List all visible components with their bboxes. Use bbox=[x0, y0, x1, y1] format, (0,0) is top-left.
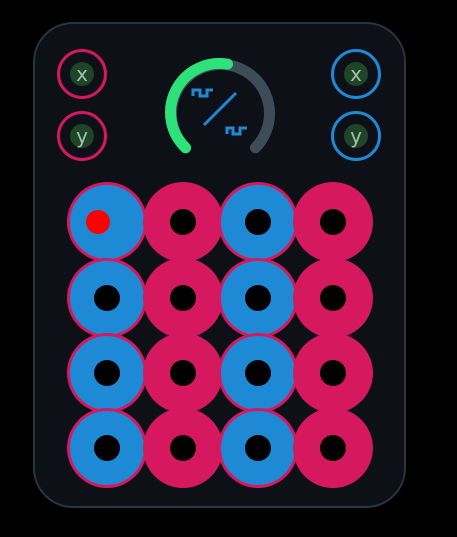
grid-pad-r1-c4[interactable] bbox=[293, 182, 373, 262]
pad-hole bbox=[170, 209, 196, 235]
pad-hole bbox=[245, 360, 271, 386]
waveform-shape-icon bbox=[191, 88, 247, 136]
output-x-port[interactable]: x bbox=[331, 49, 381, 99]
pad-hole bbox=[320, 360, 346, 386]
shape-knob[interactable] bbox=[160, 52, 280, 162]
grid-pad-r2-c3[interactable] bbox=[218, 258, 298, 338]
input-y-label: y bbox=[76, 124, 88, 148]
pad-hole bbox=[320, 435, 346, 461]
pad-hole bbox=[320, 285, 346, 311]
pad-hole bbox=[94, 360, 120, 386]
grid-pad-r4-c4[interactable] bbox=[293, 408, 373, 488]
pad-hole bbox=[245, 435, 271, 461]
pad-hole bbox=[94, 285, 120, 311]
grid-pad-r3-c2[interactable] bbox=[143, 333, 223, 413]
pad-hole bbox=[245, 285, 271, 311]
knob-value-arc bbox=[165, 58, 233, 154]
output-y-label: y bbox=[350, 124, 362, 148]
pad-hole bbox=[94, 435, 120, 461]
input-x-port[interactable]: x bbox=[57, 49, 107, 99]
pad-grid bbox=[67, 182, 375, 492]
grid-pad-r4-c1[interactable] bbox=[67, 408, 147, 488]
pad-hole bbox=[320, 209, 346, 235]
grid-pad-r2-c2[interactable] bbox=[143, 258, 223, 338]
output-y-port[interactable]: y bbox=[331, 111, 381, 161]
grid-pad-r4-c3[interactable] bbox=[218, 408, 298, 488]
grid-pad-r2-c4[interactable] bbox=[293, 258, 373, 338]
grid-pad-r1-c1[interactable] bbox=[67, 182, 147, 262]
pad-hole bbox=[170, 435, 196, 461]
grid-pad-r3-c4[interactable] bbox=[293, 333, 373, 413]
grid-pad-r2-c1[interactable] bbox=[67, 258, 147, 338]
pad-hole bbox=[245, 209, 271, 235]
grid-pad-r3-c3[interactable] bbox=[218, 333, 298, 413]
active-indicator-dot bbox=[86, 210, 110, 234]
grid-pad-r1-c2[interactable] bbox=[143, 182, 223, 262]
grid-pad-r3-c1[interactable] bbox=[67, 333, 147, 413]
pad-hole bbox=[170, 285, 196, 311]
pad-hole bbox=[170, 360, 196, 386]
grid-pad-r4-c2[interactable] bbox=[143, 408, 223, 488]
output-x-label: x bbox=[350, 62, 362, 86]
input-x-label: x bbox=[76, 62, 88, 86]
grid-pad-r1-c3[interactable] bbox=[218, 182, 298, 262]
input-y-port[interactable]: y bbox=[57, 111, 107, 161]
